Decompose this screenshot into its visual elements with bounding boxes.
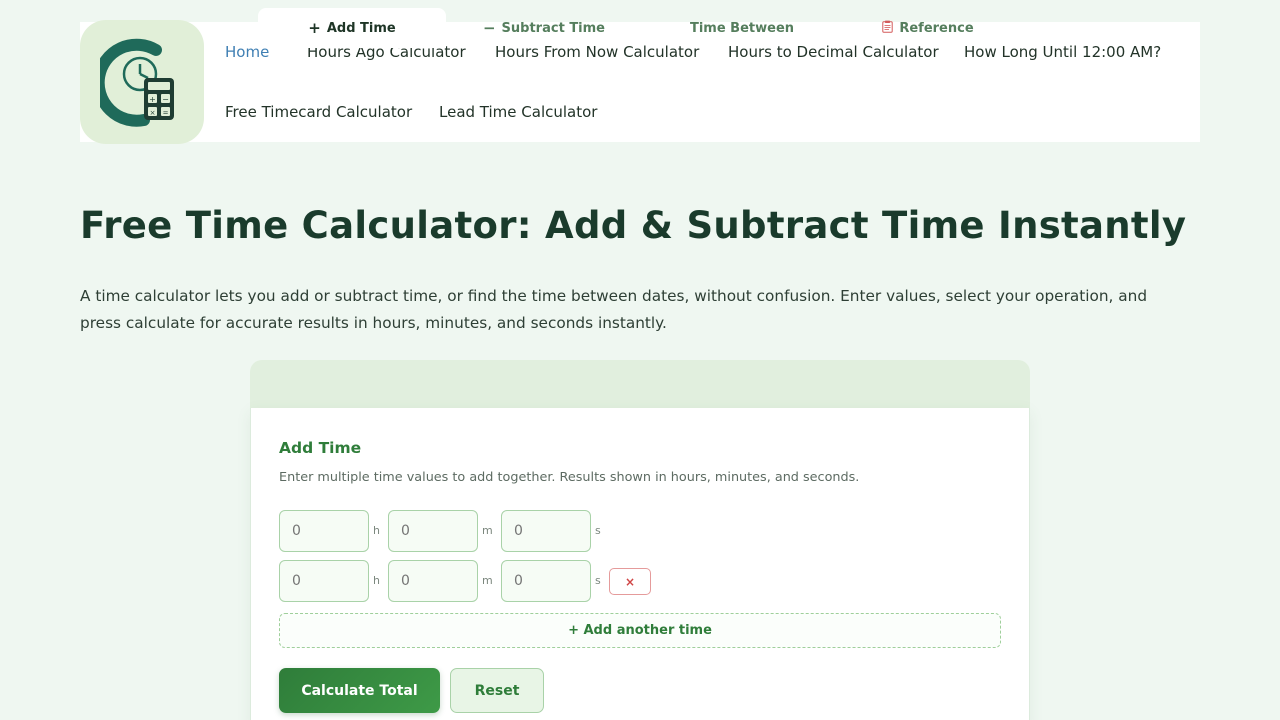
reset-button[interactable]: Reset (450, 668, 544, 713)
seconds-input[interactable] (501, 560, 591, 602)
minus-icon: − (482, 19, 496, 37)
tab-label: Subtract Time (501, 20, 606, 36)
tab-label: Time Between (689, 20, 795, 36)
minutes-input[interactable] (388, 510, 478, 552)
tab-label: Reference (899, 20, 974, 36)
svg-text:−: − (162, 95, 169, 104)
minutes-unit-label: m (482, 574, 493, 587)
intro-paragraph: A time calculator lets you add or subtra… (80, 287, 1148, 332)
hours-input[interactable] (279, 560, 369, 602)
plus-icon: + (308, 19, 321, 37)
calculator-tab-bar (250, 360, 1030, 408)
calculate-total-button[interactable]: Calculate Total (279, 668, 440, 713)
nav-free-timecard-calculator[interactable]: Free Timecard Calculator (225, 103, 412, 121)
page-title: Free Time Calculator: Add & Subtract Tim… (80, 204, 1187, 247)
nav-lead-time-calculator[interactable]: Lead Time Calculator (439, 103, 597, 121)
tab-label: Add Time (326, 20, 396, 36)
hours-input[interactable] (279, 510, 369, 552)
hours-unit-label: h (373, 574, 380, 587)
svg-text:×: × (150, 109, 156, 117)
minutes-input[interactable] (388, 560, 478, 602)
hours-unit-label: h (373, 524, 380, 537)
add-another-time-button[interactable]: + Add another time (279, 613, 1001, 648)
seconds-input[interactable] (501, 510, 591, 552)
seconds-unit-label: s (595, 574, 601, 587)
close-icon: × (624, 574, 636, 589)
svg-text:=: = (163, 109, 169, 117)
svg-text:+: + (149, 95, 156, 104)
clipboard-icon (882, 20, 894, 36)
site-logo[interactable]: + − × = (80, 20, 204, 144)
seconds-unit-label: s (595, 524, 601, 537)
tab-subtract-time[interactable]: − Subtract Time (456, 8, 632, 48)
calculator-clock-logo-icon: + − × = (100, 38, 174, 127)
section-description: Enter multiple time values to add togeth… (279, 470, 860, 485)
tab-add-time[interactable]: + Add Time (258, 8, 446, 48)
minutes-unit-label: m (482, 524, 493, 537)
section-title: Add Time (279, 439, 362, 457)
remove-row-button[interactable]: × (609, 568, 651, 595)
tab-reference[interactable]: Reference (842, 8, 1014, 48)
tab-time-between[interactable]: Time Between (648, 8, 836, 48)
site-header (80, 22, 1200, 142)
